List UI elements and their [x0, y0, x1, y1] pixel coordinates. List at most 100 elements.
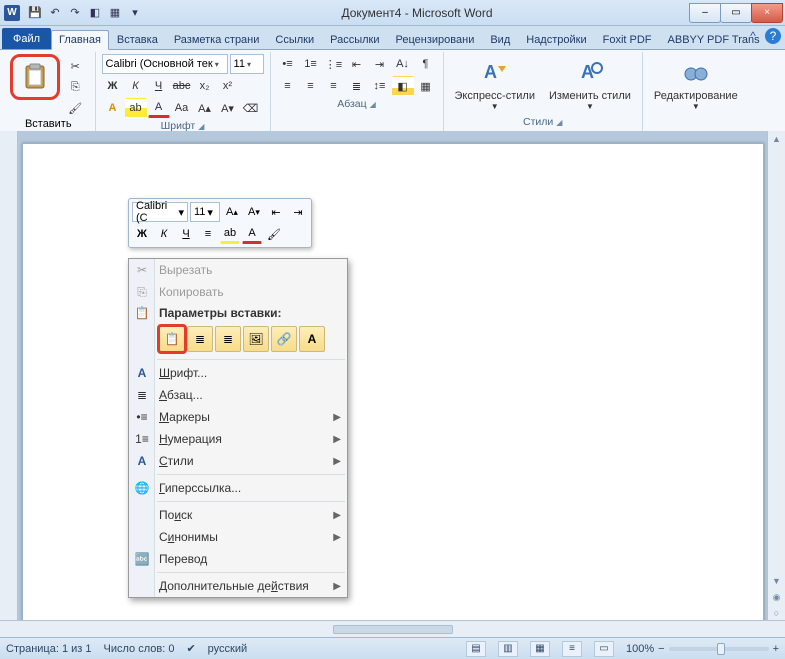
- change-styles-button[interactable]: A Изменить стили▼: [544, 54, 636, 114]
- browse-object-icon[interactable]: ○: [768, 605, 785, 621]
- vertical-scrollbar[interactable]: ▲ ▼ ◉ ○ ◉: [767, 131, 785, 637]
- strike-button[interactable]: abc: [171, 76, 193, 96]
- mini-align-button[interactable]: ≡: [198, 224, 218, 244]
- paste-text-only-icon[interactable]: A: [299, 326, 325, 352]
- underline-button[interactable]: Ч: [148, 76, 170, 96]
- mini-indent-dec-icon[interactable]: ⇤: [266, 202, 286, 222]
- copy-icon[interactable]: ⎘: [64, 77, 86, 97]
- cut-icon[interactable]: ✂: [64, 56, 86, 76]
- status-page[interactable]: Страница: 1 из 1: [6, 643, 92, 655]
- tab-file[interactable]: Файл: [2, 28, 51, 49]
- tab-page-layout[interactable]: Разметка страни: [166, 30, 268, 49]
- zoom-slider[interactable]: [669, 647, 769, 651]
- mini-indent-inc-icon[interactable]: ⇥: [288, 202, 308, 222]
- paste-keep-source-icon[interactable]: 📋: [159, 326, 185, 352]
- mini-grow-icon[interactable]: A▴: [222, 202, 242, 222]
- ctx-numbering[interactable]: 1≡Нумерация▶: [129, 428, 347, 450]
- redo-icon[interactable]: ↷: [66, 4, 84, 22]
- bullets-button[interactable]: •≡: [277, 54, 299, 74]
- justify-button[interactable]: ≣: [346, 76, 368, 96]
- font-name-combo[interactable]: Calibri (Основной тек▾: [102, 54, 228, 74]
- tab-references[interactable]: Ссылки: [267, 30, 322, 49]
- mini-italic-button[interactable]: К: [154, 224, 174, 244]
- text-effects-button[interactable]: A: [102, 98, 124, 118]
- view-outline-icon[interactable]: ≡: [562, 641, 582, 657]
- ctx-synonyms[interactable]: Синонимы▶: [129, 526, 347, 548]
- styles-launcher-icon[interactable]: ◢: [556, 118, 562, 127]
- mini-underline-button[interactable]: Ч: [176, 224, 196, 244]
- multilevel-button[interactable]: ⋮≡: [323, 54, 345, 74]
- status-spell-icon[interactable]: ✔: [186, 642, 195, 655]
- scroll-down-icon[interactable]: ▼: [768, 573, 785, 589]
- ctx-actions[interactable]: Дополнительные действия▶: [129, 575, 347, 597]
- decrease-indent-button[interactable]: ⇤: [346, 54, 368, 74]
- ctx-styles[interactable]: AСтили▶: [129, 450, 347, 472]
- minimize-button[interactable]: –: [689, 3, 721, 23]
- align-left-button[interactable]: ≡: [277, 76, 299, 96]
- mini-size-combo[interactable]: 11▾: [190, 202, 220, 222]
- align-right-button[interactable]: ≡: [323, 76, 345, 96]
- superscript-button[interactable]: x²: [217, 76, 239, 96]
- ctx-hyperlink[interactable]: 🌐Гиперссылка...: [129, 477, 347, 499]
- prev-page-icon[interactable]: ◉: [768, 589, 785, 605]
- shading-button[interactable]: ◧: [392, 76, 414, 96]
- change-case-button[interactable]: Aa: [171, 98, 193, 118]
- font-size-combo[interactable]: 11▾: [230, 54, 264, 74]
- numbering-button[interactable]: 1≡: [300, 54, 322, 74]
- borders-button[interactable]: ▦: [415, 76, 437, 96]
- view-print-layout-icon[interactable]: ▤: [466, 641, 486, 657]
- clear-format-button[interactable]: ⌫: [240, 98, 262, 118]
- mini-format-painter-button[interactable]: 🖌: [264, 224, 284, 244]
- mini-shrink-icon[interactable]: A▾: [244, 202, 264, 222]
- table-icon[interactable]: ▦: [106, 4, 124, 22]
- italic-button[interactable]: К: [125, 76, 147, 96]
- undo-icon[interactable]: ↶: [46, 4, 64, 22]
- paste-link-icon[interactable]: 🔗: [271, 326, 297, 352]
- mini-font-color-button[interactable]: A: [242, 224, 262, 244]
- view-fullscreen-icon[interactable]: ▥: [498, 641, 518, 657]
- line-spacing-button[interactable]: ↕≡: [369, 76, 391, 96]
- ctx-font[interactable]: AШрифт...: [129, 362, 347, 384]
- ctx-paragraph[interactable]: ≣Абзац...: [129, 384, 347, 406]
- ctx-bullets[interactable]: •≡Маркеры▶: [129, 406, 347, 428]
- align-center-button[interactable]: ≡: [300, 76, 322, 96]
- ctx-search[interactable]: Поиск▶: [129, 504, 347, 526]
- quick-styles-button[interactable]: A Экспресс-стили▼: [450, 54, 540, 114]
- view-web-icon[interactable]: ▦: [530, 641, 550, 657]
- tab-home[interactable]: Главная: [51, 30, 109, 50]
- paste-picture-icon[interactable]: 🖼: [243, 326, 269, 352]
- paragraph-launcher-icon[interactable]: ◢: [370, 100, 376, 109]
- format-painter-icon[interactable]: 🖌: [64, 98, 86, 118]
- font-color-button[interactable]: A: [148, 98, 170, 118]
- scroll-up-icon[interactable]: ▲: [768, 131, 785, 147]
- mini-font-combo[interactable]: Calibri (С▾: [132, 202, 188, 222]
- paste-merge-icon[interactable]: ≣: [187, 326, 213, 352]
- qat-dropdown-icon[interactable]: ▾: [126, 4, 144, 22]
- object-icon[interactable]: ◧: [86, 4, 104, 22]
- mini-bold-button[interactable]: Ж: [132, 224, 152, 244]
- highlight-button[interactable]: ab: [125, 98, 147, 118]
- close-button[interactable]: ×: [751, 3, 783, 23]
- paste-use-dest-icon[interactable]: ≣: [215, 326, 241, 352]
- status-words[interactable]: Число слов: 0: [104, 643, 175, 655]
- tab-mailings[interactable]: Рассылки: [322, 30, 387, 49]
- tab-addins[interactable]: Надстройки: [518, 30, 594, 49]
- tab-insert[interactable]: Вставка: [109, 30, 166, 49]
- view-draft-icon[interactable]: ▭: [594, 641, 614, 657]
- grow-font-button[interactable]: A▴: [194, 98, 216, 118]
- tab-review[interactable]: Рецензировани: [388, 30, 483, 49]
- zoom-level[interactable]: 100%: [626, 643, 654, 655]
- font-launcher-icon[interactable]: ◢: [198, 122, 204, 131]
- ctx-translate[interactable]: 🔤Перевод: [129, 548, 347, 570]
- minimize-ribbon-icon[interactable]: ^: [745, 28, 761, 44]
- mini-highlight-button[interactable]: ab: [220, 224, 240, 244]
- paste-button[interactable]: [14, 58, 56, 96]
- editing-button[interactable]: Редактирование▼: [649, 54, 743, 114]
- tab-foxit[interactable]: Foxit PDF: [595, 30, 660, 49]
- subscript-button[interactable]: x₂: [194, 76, 216, 96]
- show-marks-button[interactable]: ¶: [415, 54, 437, 74]
- shrink-font-button[interactable]: A▾: [217, 98, 239, 118]
- zoom-out-button[interactable]: −: [658, 643, 664, 655]
- zoom-in-button[interactable]: +: [773, 643, 779, 655]
- maximize-button[interactable]: ▭: [720, 3, 752, 23]
